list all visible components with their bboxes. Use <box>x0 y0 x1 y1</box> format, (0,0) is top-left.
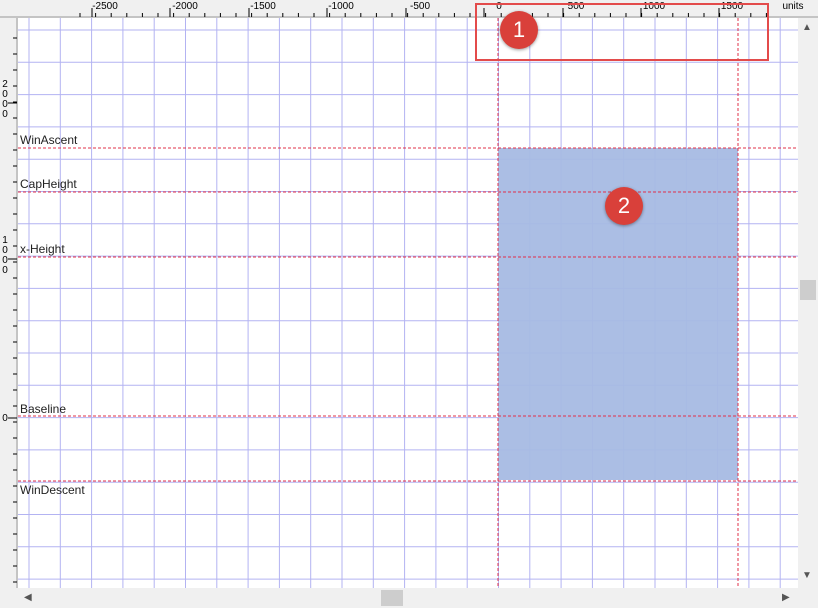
ruler-y-char: 0 <box>2 413 8 424</box>
glyph-edit-canvas[interactable]: WinAscent CapHeight x-Height Baseline Wi… <box>18 18 798 588</box>
ruler-x-label: -2500 <box>92 1 118 12</box>
win-ascent-label: WinAscent <box>20 133 78 147</box>
win-descent-label: WinDescent <box>20 483 85 497</box>
x-height-label: x-Height <box>20 242 65 256</box>
ruler-x-label: -500 <box>409 1 431 12</box>
cap-height-label: CapHeight <box>20 177 77 191</box>
horizontal-scroll-thumb[interactable] <box>381 590 403 606</box>
ruler-y-char: 0 <box>2 109 8 120</box>
scroll-up-icon[interactable]: ▲ <box>802 22 812 33</box>
ruler-y-label-0: 0 <box>0 414 10 424</box>
scroll-right-icon[interactable]: ▶ <box>782 592 790 603</box>
callout-badge-1: 1 <box>500 11 538 49</box>
callout-badge-2: 2 <box>605 187 643 225</box>
vertical-scroll-thumb[interactable] <box>800 280 816 300</box>
scroll-down-icon[interactable]: ▼ <box>802 570 812 581</box>
scroll-left-icon[interactable]: ◀ <box>24 592 32 603</box>
ruler-y-label-1000: 1 0 0 0 <box>0 236 10 276</box>
vertical-scrollbar[interactable]: ▲ ▼ <box>798 18 818 588</box>
ruler-y-char: 0 <box>2 265 8 276</box>
ruler-x-label: -1500 <box>250 1 276 12</box>
baseline-label: Baseline <box>20 402 67 416</box>
ruler-unit-label: units <box>782 1 804 12</box>
scrollbar-corner <box>798 588 818 608</box>
vertical-ruler: 2 0 0 0 1 0 0 0 0 <box>0 18 18 588</box>
ruler-x-label: -2000 <box>172 1 198 12</box>
ruler-y-label-2000: 2 0 0 0 <box>0 80 10 120</box>
ruler-x-label: -1000 <box>328 1 354 12</box>
metric-lines <box>18 18 798 588</box>
horizontal-scrollbar[interactable]: ◀ ▶ <box>18 588 798 608</box>
